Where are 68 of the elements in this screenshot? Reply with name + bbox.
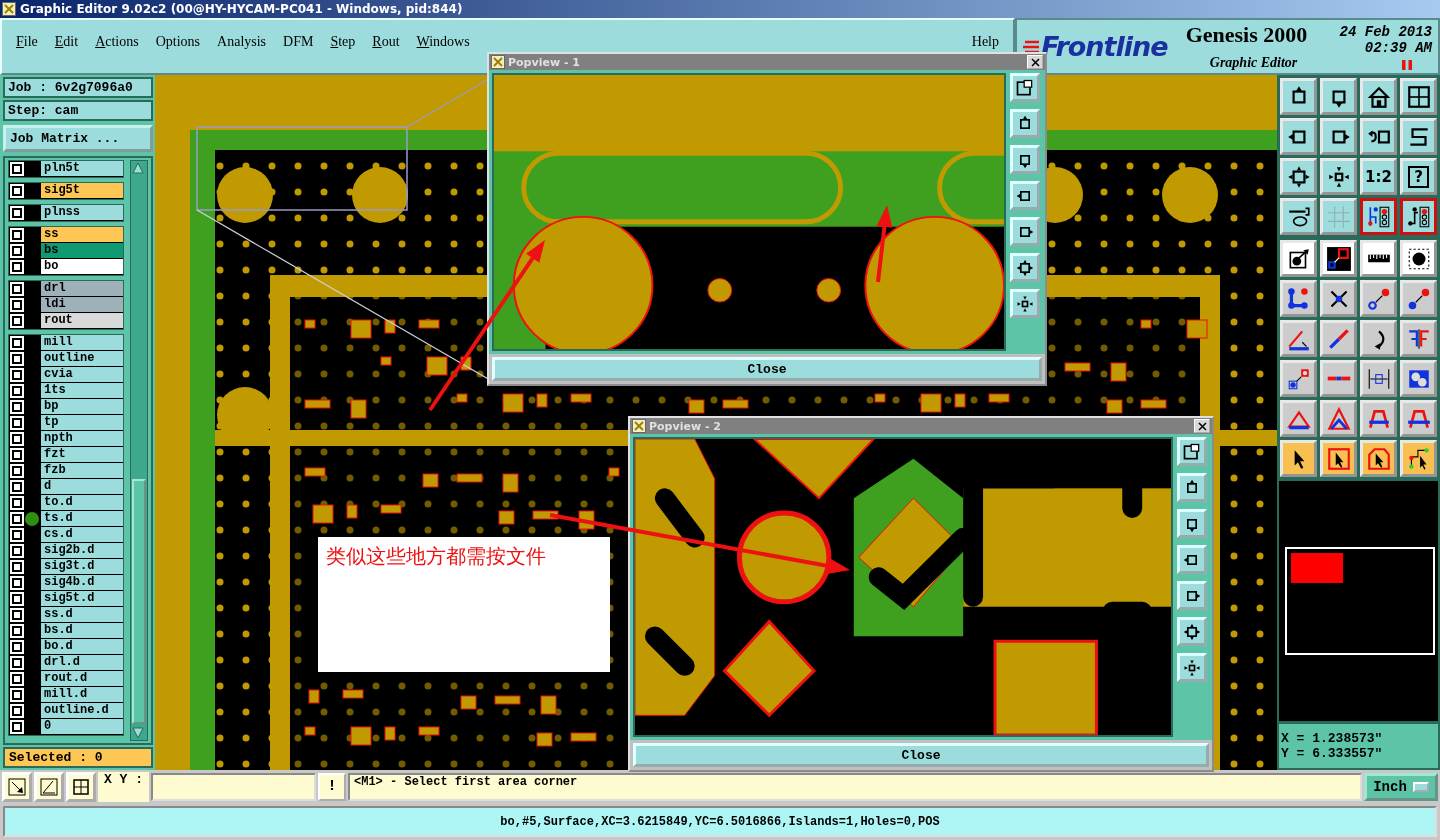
close-button[interactable]: Close [633, 743, 1209, 767]
x-coordinate: X = 1.238573" [1281, 731, 1384, 746]
status-bar: bo,#5,Surface,XC=3.6215849,YC=6.5016866,Islands=1,Holes=0,POS [3, 806, 1437, 837]
layer-name[interactable]: ss.d [41, 607, 124, 623]
logo-text: Frontline [1041, 31, 1168, 62]
selected-count: Selected : 0 [3, 747, 153, 768]
window-title: Popview - 2 [649, 419, 722, 433]
time-text: 02:39 AM [1364, 39, 1432, 56]
layer-name[interactable]: sig5t.d [41, 591, 124, 607]
layer-name[interactable]: fzb [41, 463, 124, 479]
layer-name[interactable]: 0 [41, 719, 124, 735]
menu-item[interactable]: DFM [283, 33, 314, 50]
subtitle-text: Graphic Editor [1208, 55, 1299, 72]
layer-name[interactable]: mill [41, 335, 124, 351]
step-field: Step: cam [3, 100, 153, 121]
annotation-note: 类似这些地方都需按文件 [318, 537, 610, 672]
menu-item[interactable]: Options [155, 33, 201, 50]
layer-name[interactable]: sig3t.d [41, 559, 124, 575]
layer-name[interactable]: ts.d [41, 511, 124, 527]
layer-name[interactable]: outline.d [41, 703, 124, 719]
layer-name[interactable]: bo.d [41, 639, 124, 655]
menu-item[interactable]: File [16, 33, 38, 50]
layer-name[interactable]: cvia [41, 367, 124, 383]
layer-name[interactable]: tp [41, 415, 124, 431]
layer-name[interactable]: npth [41, 431, 124, 447]
layer-name[interactable]: fzt [41, 447, 124, 463]
layer-name[interactable]: outline [41, 351, 124, 367]
menu-item[interactable]: Windows [416, 33, 470, 50]
layer-name[interactable]: mill.d [41, 687, 124, 703]
menu-item[interactable]: Rout [372, 33, 400, 50]
layer-name[interactable]: sig5t [41, 183, 124, 199]
units-dropdown[interactable]: Inch [1364, 772, 1438, 801]
menu-item[interactable]: Help [971, 33, 999, 50]
layer-name[interactable]: sig2b.d [41, 543, 124, 559]
menu-item[interactable]: Analysis [217, 33, 267, 50]
job-field: Job : 6v2g7096a0 [3, 77, 153, 98]
alert-button[interactable]: ! [318, 772, 346, 801]
layer-name[interactable]: bs.d [41, 623, 124, 639]
layer-name[interactable]: d [41, 479, 124, 495]
window-title: Graphic Editor 9.02c2 (00@HY-HYCAM-PC041 - Windows, pid:844) [20, 2, 463, 16]
layer-name[interactable]: bo [41, 259, 124, 275]
xy-label: X Y : [98, 771, 149, 802]
menu-item[interactable]: Edit [54, 33, 79, 50]
layer-name[interactable]: ldi [41, 297, 124, 313]
window-title: Popview - 1 [508, 55, 581, 69]
layer-name[interactable]: bp [41, 399, 124, 415]
layer-name[interactable]: drl [41, 281, 124, 297]
job-matrix-button[interactable]: Job Matrix ... [3, 125, 153, 152]
tool-button[interactable]: 1:2 [1360, 158, 1397, 195]
tool-button[interactable]: ? [1400, 158, 1437, 195]
y-coordinate: Y = 6.333557" [1281, 746, 1384, 761]
menu-item[interactable]: Step [330, 33, 356, 50]
layer-name[interactable]: bs [41, 243, 124, 259]
layer-name[interactable]: pln5t [41, 161, 124, 177]
layer-name[interactable]: drl.d [41, 655, 124, 671]
layer-name[interactable]: rout [41, 313, 124, 329]
layer-name[interactable]: ss [41, 227, 124, 243]
menu-item[interactable]: Actions [95, 33, 139, 50]
layer-name[interactable]: plnss [41, 205, 124, 221]
layer-name[interactable]: cs.d [41, 527, 124, 543]
close-button[interactable]: Close [492, 357, 1042, 381]
date-text: 24 Feb 2013 [1339, 23, 1432, 40]
layer-name[interactable]: rout.d [41, 671, 124, 687]
product-name: Genesis 2000 [1185, 21, 1309, 48]
layer-name[interactable]: 1ts [41, 383, 124, 399]
layer-name[interactable]: sig4b.d [41, 575, 124, 591]
prompt-field: <M1> - Select first area corner [348, 772, 1362, 801]
layer-name[interactable]: to.d [41, 495, 124, 511]
